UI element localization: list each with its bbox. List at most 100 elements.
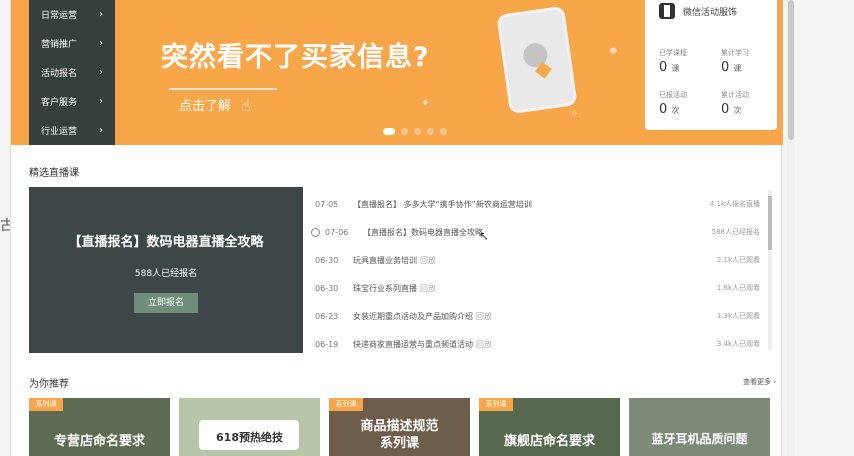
card-label: 商品描述规范 系列课 — [360, 419, 439, 451]
stat-unit: 课 — [733, 64, 742, 73]
featured-live-count: 588人已经报名 — [134, 269, 198, 279]
recommend-card[interactable]: 系列课 旗舰店命名要求 — [479, 398, 620, 456]
card-label: 旗舰店命名要求 — [503, 434, 595, 449]
item-title: 玩具直播业务培训 — [353, 255, 417, 265]
list-item[interactable]: 06-30 珠宝行业系列直播 回放 1.6k人已观看 — [315, 274, 760, 302]
main-page: 日常运营 › 营销推广 › 活动报名 › 客户服务 › 行业运营 › 突然看不了买家信息?… — [10, 0, 783, 456]
item-date: 06-19 — [315, 339, 339, 349]
stat-total-activities: 累计活动 0 次 — [721, 90, 749, 117]
stat-learned: 已学课程 0 课 — [659, 48, 687, 75]
series-badge: 系列课 — [479, 398, 513, 411]
item-count: 1.3k人已观看 — [716, 312, 760, 320]
side-menu-item-marketing[interactable]: 营销推广 › — [29, 29, 115, 58]
register-button[interactable]: 立即报名 — [134, 293, 198, 313]
series-badge: 系列课 — [329, 398, 363, 411]
carousel-dots — [383, 128, 447, 135]
banner-headline: 突然看不了买家信息? — [161, 42, 430, 73]
item-date: 06-23 — [315, 311, 339, 321]
stat-label: 累计学习 — [721, 49, 749, 57]
stat-value: 0 — [659, 60, 668, 75]
stat-unit: 次 — [733, 106, 742, 115]
carousel-dot[interactable] — [440, 128, 447, 135]
side-menu-item-industry[interactable]: 行业运营 › — [29, 116, 115, 145]
side-menu-label: 日常运营 — [41, 11, 78, 21]
recommend-card[interactable]: 系列课 专营店命名要求 — [29, 398, 170, 456]
side-menu-label: 行业运营 — [41, 127, 78, 137]
hand-pointer-icon: ☝ — [241, 95, 251, 115]
list-item[interactable]: 06-30 玩具直播业务培训 回放 2.1k人已观看 — [315, 246, 760, 274]
card-label: 蓝牙耳机品质问题 — [651, 432, 748, 446]
stat-label: 已报活动 — [659, 91, 687, 99]
chevron-right-icon: › — [99, 67, 103, 78]
list-item[interactable]: 07-05 【直播报名】 多多大学“携手协作”新农商运营培训 4.1k人报名直播 — [315, 190, 760, 218]
carousel-dot[interactable] — [427, 128, 434, 135]
cta-underline — [169, 88, 277, 90]
side-menu-item-activity[interactable]: 活动报名 › — [29, 58, 115, 87]
hero-banner[interactable]: 日常运营 › 营销推广 › 活动报名 › 客户服务 › 行业运营 › 突然看不了买家信息?… — [11, 0, 783, 145]
chevron-right-icon: › — [99, 9, 103, 20]
user-info-card: 微信活动服饰 已学课程 0 课 累计学习 0 课 已报活动 0 次 累计活动 0… — [645, 0, 777, 130]
side-menu-label: 客户服务 — [41, 98, 78, 108]
chevron-right-icon: › — [99, 125, 103, 136]
list-scrollbar-thumb[interactable] — [768, 196, 772, 250]
item-count: 2.1k人已观看 — [716, 256, 760, 264]
item-title: 珠宝行业系列直播 — [353, 283, 417, 293]
user-header: 微信活动服饰 — [659, 3, 737, 19]
carousel-dot[interactable] — [414, 128, 421, 135]
stat-unit: 课 — [671, 64, 680, 73]
shirt-avatar-icon — [659, 3, 675, 19]
recommend-card[interactable]: 618预热绝技 — [179, 398, 320, 456]
carousel-dot[interactable] — [383, 128, 395, 135]
featured-live-title: 【直播报名】数码电器直播全攻略 — [68, 235, 264, 250]
item-count: 1.6k人已观看 — [716, 284, 760, 292]
list-item[interactable]: 06-19 快递商家直播运营与重点频道活动 回放 3.4k人已观看 — [315, 330, 760, 358]
card-label: 专营店命名要求 — [53, 434, 145, 449]
phone-illustration — [496, 5, 578, 115]
replay-tag: 回放 — [420, 283, 436, 293]
series-badge: 系列课 — [29, 398, 63, 411]
card-label: 618预热绝技 — [216, 431, 283, 444]
list-item[interactable]: 06-23 女装近期重点活动及产品加购介绍 回放 1.3k人已观看 — [315, 302, 760, 330]
replay-tag: 回放 — [476, 339, 492, 349]
clock-icon — [311, 227, 320, 237]
sparkle-icon: ✦ — [421, 98, 430, 109]
replay-tag: 回放 — [420, 255, 436, 265]
item-count: 588人已经报名 — [711, 228, 760, 236]
item-date: 07-06 — [325, 227, 349, 237]
banner-cta-link[interactable]: 点击了解 ☝ — [169, 88, 309, 115]
side-menu-label: 活动报名 — [41, 69, 78, 79]
recommend-card[interactable]: 蓝牙耳机品质问题 — [629, 398, 770, 456]
live-course-list: 07-05 【直播报名】 多多大学“携手协作”新农商运营培训 4.1k人报名直播… — [311, 190, 760, 358]
mouse-cursor-icon: ↖ — [479, 229, 490, 243]
item-date: 06-30 — [315, 283, 339, 293]
item-date: 07-05 — [315, 199, 339, 209]
item-title: 【直播报名】 多多大学“携手协作”新农商运营培训 — [353, 199, 532, 209]
stat-label: 累计活动 — [721, 91, 749, 99]
item-title: 【直播报名】数码电器直播全攻略 — [363, 227, 483, 237]
more-link[interactable]: 查看更多 › — [743, 377, 776, 387]
stat-value: 0 — [721, 60, 730, 75]
stat-label: 已学课程 — [659, 49, 687, 57]
page-scrollbar-thumb[interactable] — [788, 0, 794, 140]
side-menu-item-service[interactable]: 客户服务 › — [29, 87, 115, 116]
item-date: 06-30 — [315, 255, 339, 265]
list-item[interactable]: 07-06 【直播报名】数码电器直播全攻略 588人已经报名 — [311, 218, 760, 246]
side-menu-item-daily[interactable]: 日常运营 › — [29, 0, 115, 29]
live-section-title: 精选直播课 — [29, 168, 79, 179]
list-scrollbar[interactable] — [768, 190, 772, 350]
carousel-dot[interactable] — [401, 128, 408, 135]
item-count: 4.1k人报名直播 — [709, 200, 760, 208]
stat-value: 0 — [659, 102, 668, 117]
user-name: 微信活动服饰 — [683, 7, 738, 18]
stat-unit: 次 — [671, 106, 680, 115]
featured-live-card[interactable]: 【直播报名】数码电器直播全攻略 588人已经报名 立即报名 — [29, 187, 303, 353]
chevron-right-icon: › — [99, 38, 103, 49]
stat-total-learned: 累计学习 0 课 — [721, 48, 749, 75]
side-menu-label: 营销推广 — [41, 40, 78, 50]
recommend-section-title: 为你推荐 — [29, 379, 69, 390]
sparkle-icon: ✺ — [609, 46, 618, 57]
side-menu: 日常运营 › 营销推广 › 活动报名 › 客户服务 › 行业运营 › — [29, 0, 115, 145]
stat-value: 0 — [721, 102, 730, 117]
sparkle-icon: ⟡ — [571, 108, 578, 119]
recommend-card[interactable]: 系列课 商品描述规范 系列课 — [329, 398, 470, 456]
